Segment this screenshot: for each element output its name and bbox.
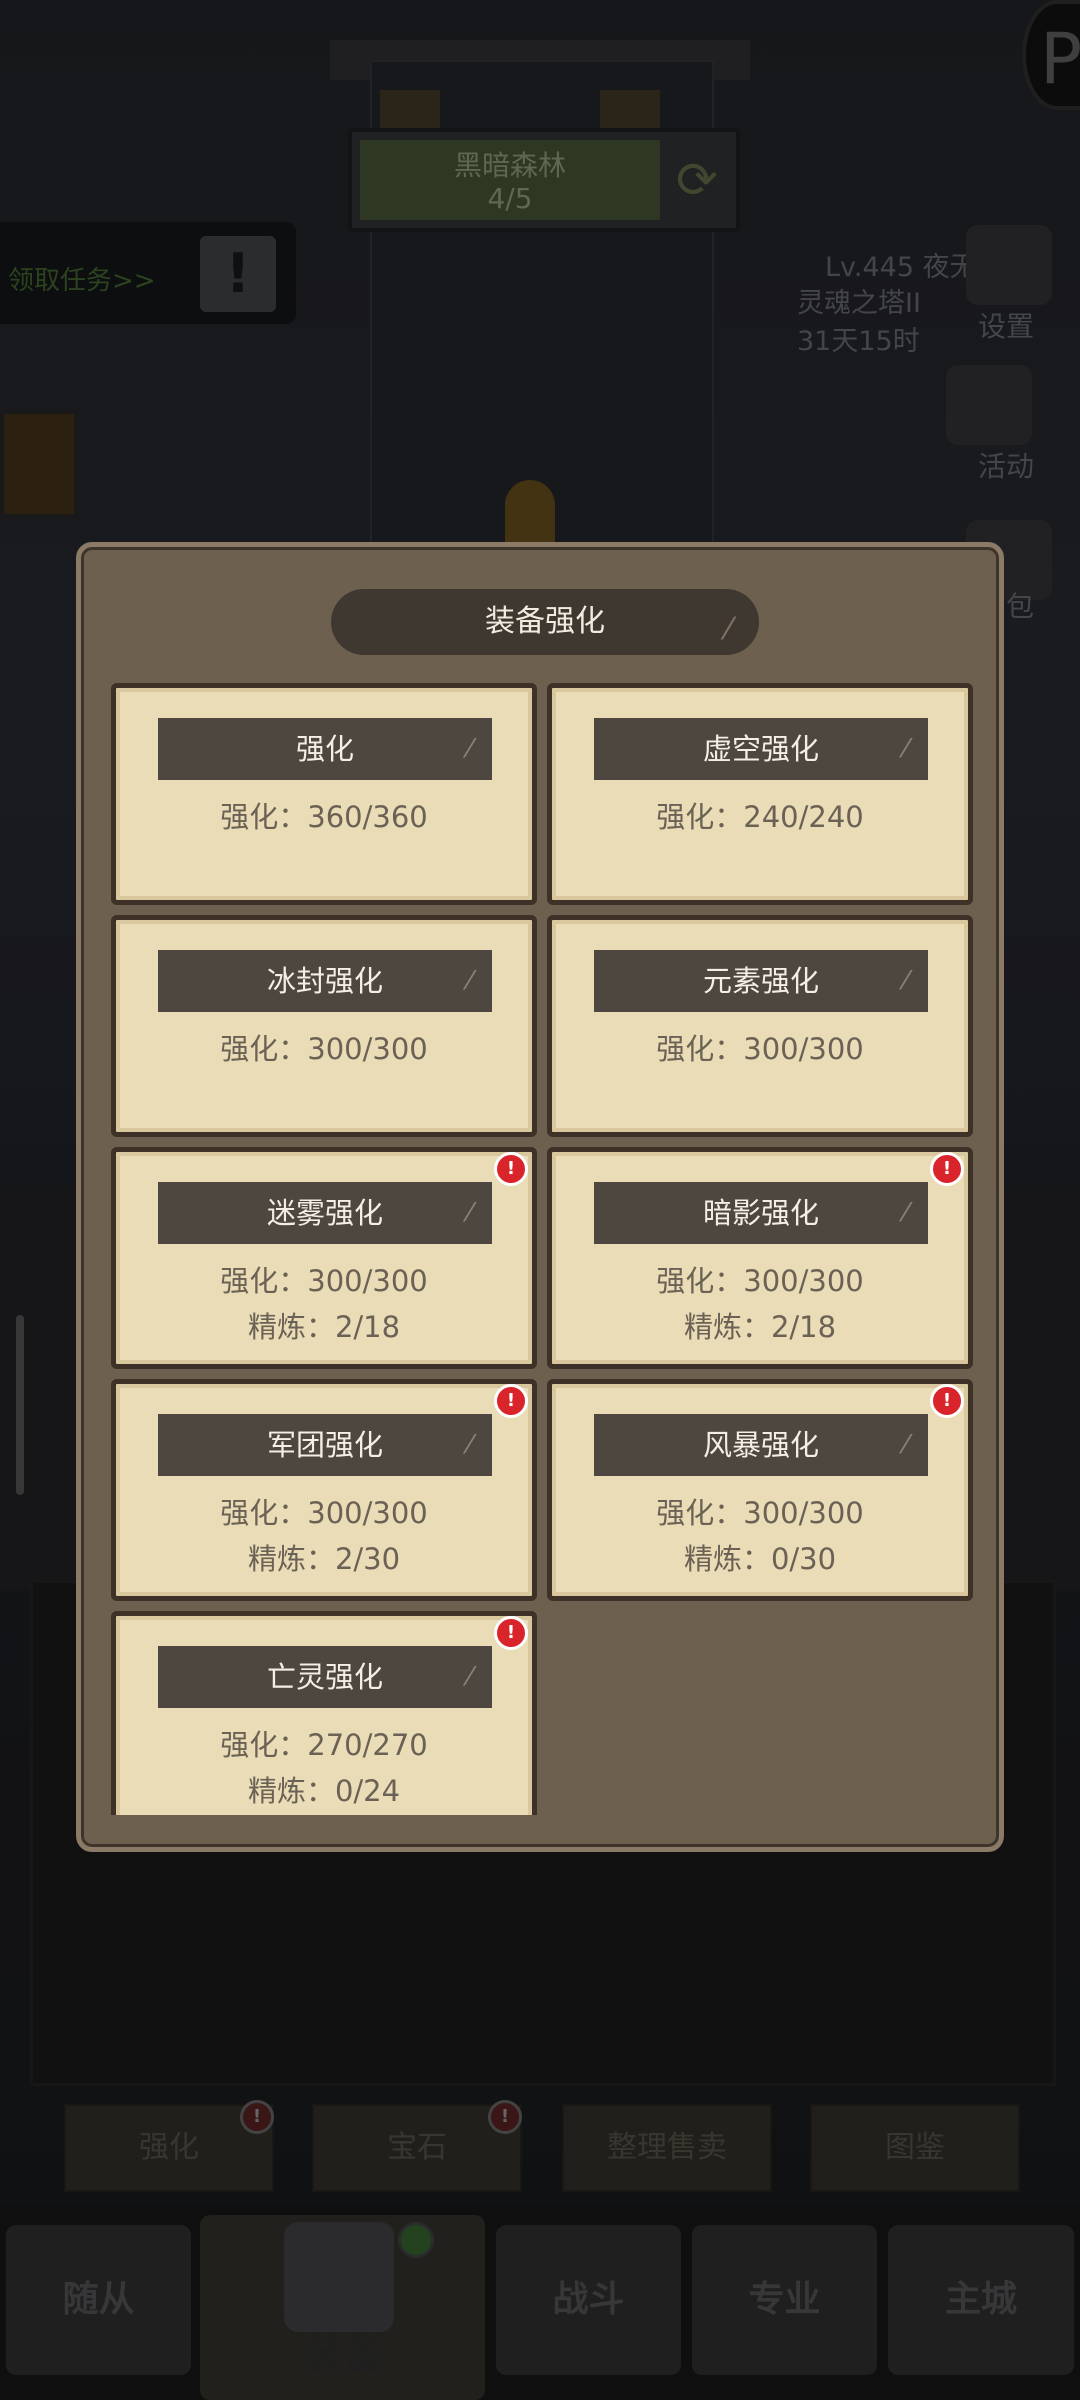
- decoration-icon: ⁄: [903, 966, 908, 996]
- refine-level: 精炼：0/24: [247, 1774, 401, 1808]
- enhance-card-title: 军团强化 ⁄: [158, 1414, 492, 1476]
- enhance-card-title: 亡灵强化 ⁄: [158, 1646, 492, 1708]
- enhance-level: 强化：360/360: [220, 800, 428, 834]
- enhance-card-title: 强化 ⁄: [158, 718, 492, 780]
- enhance-card[interactable]: 元素强化 ⁄ 强化：300/300: [547, 915, 973, 1137]
- decoration-icon: ⁄: [903, 1430, 908, 1460]
- enhance-card-title-text: 冰封强化: [266, 964, 383, 998]
- enhance-card-title-text: 强化: [295, 732, 354, 766]
- decoration-icon: ⁄: [903, 1198, 908, 1228]
- refine-level: 精炼：2/30: [247, 1542, 401, 1576]
- decoration-icon: ⁄: [467, 1662, 472, 1692]
- decoration-icon: ⁄: [467, 1430, 472, 1460]
- enhance-card-list[interactable]: 强化 ⁄ 强化：360/360 虚空强化 ⁄ 强化：240/240 冰封强化 ⁄ 强化：300/…: [111, 683, 981, 1815]
- enhance-level: 强化：270/270: [220, 1728, 428, 1762]
- enhance-card-title-text: 迷雾强化: [266, 1196, 383, 1230]
- dialog-title: 装备强化: [485, 604, 605, 639]
- refine-level: 精炼：0/30: [683, 1542, 837, 1576]
- enhance-level: 强化：300/300: [656, 1032, 864, 1066]
- alert-icon: !: [930, 1152, 964, 1186]
- enhance-card-title: 虚空强化 ⁄: [594, 718, 928, 780]
- decoration-icon: ⁄: [467, 734, 472, 764]
- enhance-card-title-text: 风暴强化: [702, 1428, 819, 1462]
- alert-icon: !: [494, 1152, 528, 1186]
- alert-icon: !: [930, 1384, 964, 1418]
- enhance-card[interactable]: 暗影强化 ⁄ 强化：300/300 精炼：2/18!: [547, 1147, 973, 1369]
- decoration-icon: ⁄: [725, 612, 731, 647]
- enhance-card[interactable]: 军团强化 ⁄ 强化：300/300 精炼：2/30!: [111, 1379, 537, 1601]
- enhance-card-title-text: 亡灵强化: [266, 1660, 383, 1694]
- decoration-icon: ⁄: [467, 966, 472, 996]
- enhance-level: 强化：300/300: [220, 1032, 428, 1066]
- enhance-level: 强化：300/300: [656, 1264, 864, 1298]
- enhance-card-title: 风暴强化 ⁄: [594, 1414, 928, 1476]
- dialog-title-bar: 装备强化 ⁄: [331, 589, 759, 655]
- enhance-card[interactable]: 虚空强化 ⁄ 强化：240/240: [547, 683, 973, 905]
- enhance-card-title-text: 虚空强化: [702, 732, 819, 766]
- enhance-card-title: 暗影强化 ⁄: [594, 1182, 928, 1244]
- enhance-level: 强化：300/300: [220, 1264, 428, 1298]
- enhance-card-title: 迷雾强化 ⁄: [158, 1182, 492, 1244]
- decoration-icon: ⁄: [467, 1198, 472, 1228]
- equipment-enhance-dialog: 装备强化 ⁄ 强化 ⁄ 强化：360/360 虚空强化 ⁄ 强化：240/240 冰封强化 ⁄…: [76, 542, 1004, 1852]
- enhance-level: 强化：300/300: [220, 1496, 428, 1530]
- enhance-card[interactable]: 风暴强化 ⁄ 强化：300/300 精炼：0/30!: [547, 1379, 973, 1601]
- refine-level: 精炼：2/18: [683, 1310, 837, 1344]
- enhance-level: 强化：240/240: [656, 800, 864, 834]
- enhance-level: 强化：300/300: [656, 1496, 864, 1530]
- decoration-icon: ⁄: [903, 734, 908, 764]
- enhance-card-title: 冰封强化 ⁄: [158, 950, 492, 1012]
- enhance-card-title: 元素强化 ⁄: [594, 950, 928, 1012]
- enhance-card-title-text: 暗影强化: [702, 1196, 819, 1230]
- enhance-card[interactable]: 冰封强化 ⁄ 强化：300/300: [111, 915, 537, 1137]
- enhance-card[interactable]: 亡灵强化 ⁄ 强化：270/270 精炼：0/24!: [111, 1611, 537, 1815]
- alert-icon: !: [494, 1384, 528, 1418]
- enhance-card[interactable]: 强化 ⁄ 强化：360/360: [111, 683, 537, 905]
- enhance-card[interactable]: 迷雾强化 ⁄ 强化：300/300 精炼：2/18!: [111, 1147, 537, 1369]
- refine-level: 精炼：2/18: [247, 1310, 401, 1344]
- alert-icon: !: [494, 1616, 528, 1650]
- enhance-card-title-text: 元素强化: [702, 964, 819, 998]
- enhance-card-title-text: 军团强化: [266, 1428, 383, 1462]
